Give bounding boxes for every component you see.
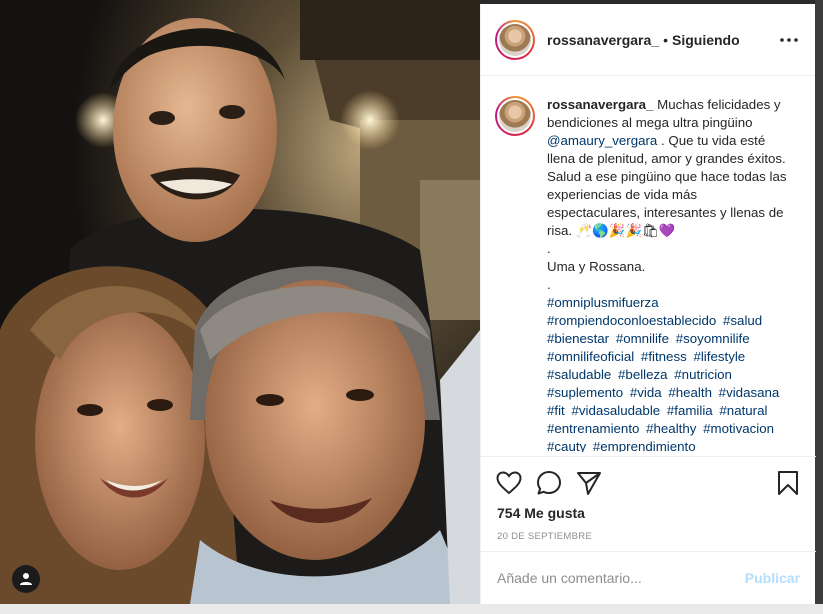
modal-backdrop[interactable] (815, 0, 823, 614)
hashtag-link[interactable]: #natural (719, 403, 767, 418)
user-tag-icon[interactable] (12, 565, 40, 593)
comment-input[interactable] (497, 570, 745, 586)
hashtag-link[interactable]: #healthy (646, 421, 696, 436)
heart-glyph (496, 471, 522, 495)
hashtag-link[interactable]: #cauty (547, 439, 586, 452)
hashtag-link[interactable]: #familia (667, 403, 713, 418)
hashtag-link[interactable]: #vidasaludable (571, 403, 660, 418)
heart-icon[interactable] (493, 467, 525, 499)
hashtag-link[interactable]: #belleza (618, 367, 668, 382)
mention-link[interactable]: @amaury_vergara (547, 133, 657, 148)
more-options-icon[interactable] (777, 28, 801, 52)
hashtag-link[interactable]: #entrenamiento (547, 421, 639, 436)
selfie-illustration (0, 0, 480, 604)
hashtag-link[interactable]: #nutricion (674, 367, 732, 382)
caption-avatar-wrap (495, 96, 535, 452)
following-button[interactable]: Siguiendo (672, 32, 740, 48)
caption-signature: Uma y Rossana. (547, 259, 646, 274)
post-header: rossanavergara_ • Siguiendo (481, 4, 815, 76)
caption-avatar[interactable] (495, 96, 535, 136)
comment-icon[interactable] (533, 467, 565, 499)
bookmark-icon[interactable] (772, 467, 804, 499)
avatar-border (497, 21, 533, 58)
hashtag-link[interactable]: #rompiendoconloestablecido (547, 313, 716, 328)
hashtag-link[interactable]: #lifestyle (693, 349, 745, 364)
hashtag-link[interactable]: #suplemento (547, 385, 623, 400)
like-count[interactable]: 754 Me gusta (493, 505, 804, 521)
caption-dot: . (547, 241, 551, 256)
caption-body: . Que tu vida esté llena de plenitud, am… (547, 133, 787, 238)
action-icons (493, 467, 804, 499)
hashtag-link[interactable]: #motivacion (703, 421, 774, 436)
hashtag-link[interactable]: #salud (723, 313, 762, 328)
caption-username[interactable]: rossanavergara_ (547, 97, 653, 112)
share-icon[interactable] (573, 467, 605, 499)
post-sidebar: rossanavergara_ • Siguiendo rossanaverga… (480, 4, 816, 604)
publish-button[interactable]: Publicar (745, 570, 800, 586)
hashtag-link[interactable]: #omniplusmifuerza (547, 295, 659, 310)
hashtag-link[interactable]: #fitness (641, 349, 687, 364)
header-separator: • (663, 31, 668, 48)
post-actions: 754 Me gusta 20 DE SEPTIEMBRE (481, 456, 816, 542)
page-background (0, 604, 823, 614)
hashtag-link[interactable]: #omnilife (616, 331, 669, 346)
caption-avatar-border (497, 98, 533, 134)
comment-form: Publicar (481, 551, 816, 604)
header-username[interactable]: rossanavergara_ (547, 32, 659, 48)
post-date[interactable]: 20 DE SEPTIEMBRE (493, 531, 804, 542)
person-silhouette (20, 573, 32, 585)
hashtag-link[interactable]: #vidasana (719, 385, 780, 400)
caption-dot: . (547, 277, 551, 292)
caption-avatar-image (499, 100, 531, 132)
avatar[interactable] (495, 19, 535, 60)
caption-text: rossanavergara_ Muchas felicidades y ben… (547, 96, 792, 452)
hashtag-link[interactable]: #soyomnilife (676, 331, 750, 346)
hashtag-link[interactable]: #omnilifeoficial (547, 349, 634, 364)
hashtag-list: #omniplusmifuerza #rompiendoconloestable… (547, 294, 792, 452)
hashtag-link[interactable]: #health (668, 385, 712, 400)
comment-glyph (537, 471, 561, 495)
hashtag-link[interactable]: #saludable (547, 367, 611, 382)
three-dots (780, 37, 798, 42)
hashtag-link[interactable]: #emprendimiento (593, 439, 696, 452)
hashtag-link[interactable]: #bienestar (547, 331, 609, 346)
instagram-post-modal: rossanavergara_ • Siguiendo rossanaverga… (0, 0, 823, 614)
post-photo[interactable] (0, 0, 480, 604)
caption-section: rossanavergara_ Muchas felicidades y ben… (481, 76, 815, 452)
avatar-image (499, 23, 531, 56)
share-glyph (577, 472, 601, 495)
hashtag-link[interactable]: #fit (547, 403, 565, 418)
bookmark-glyph (778, 471, 798, 495)
hashtag-link[interactable]: #vida (630, 385, 662, 400)
